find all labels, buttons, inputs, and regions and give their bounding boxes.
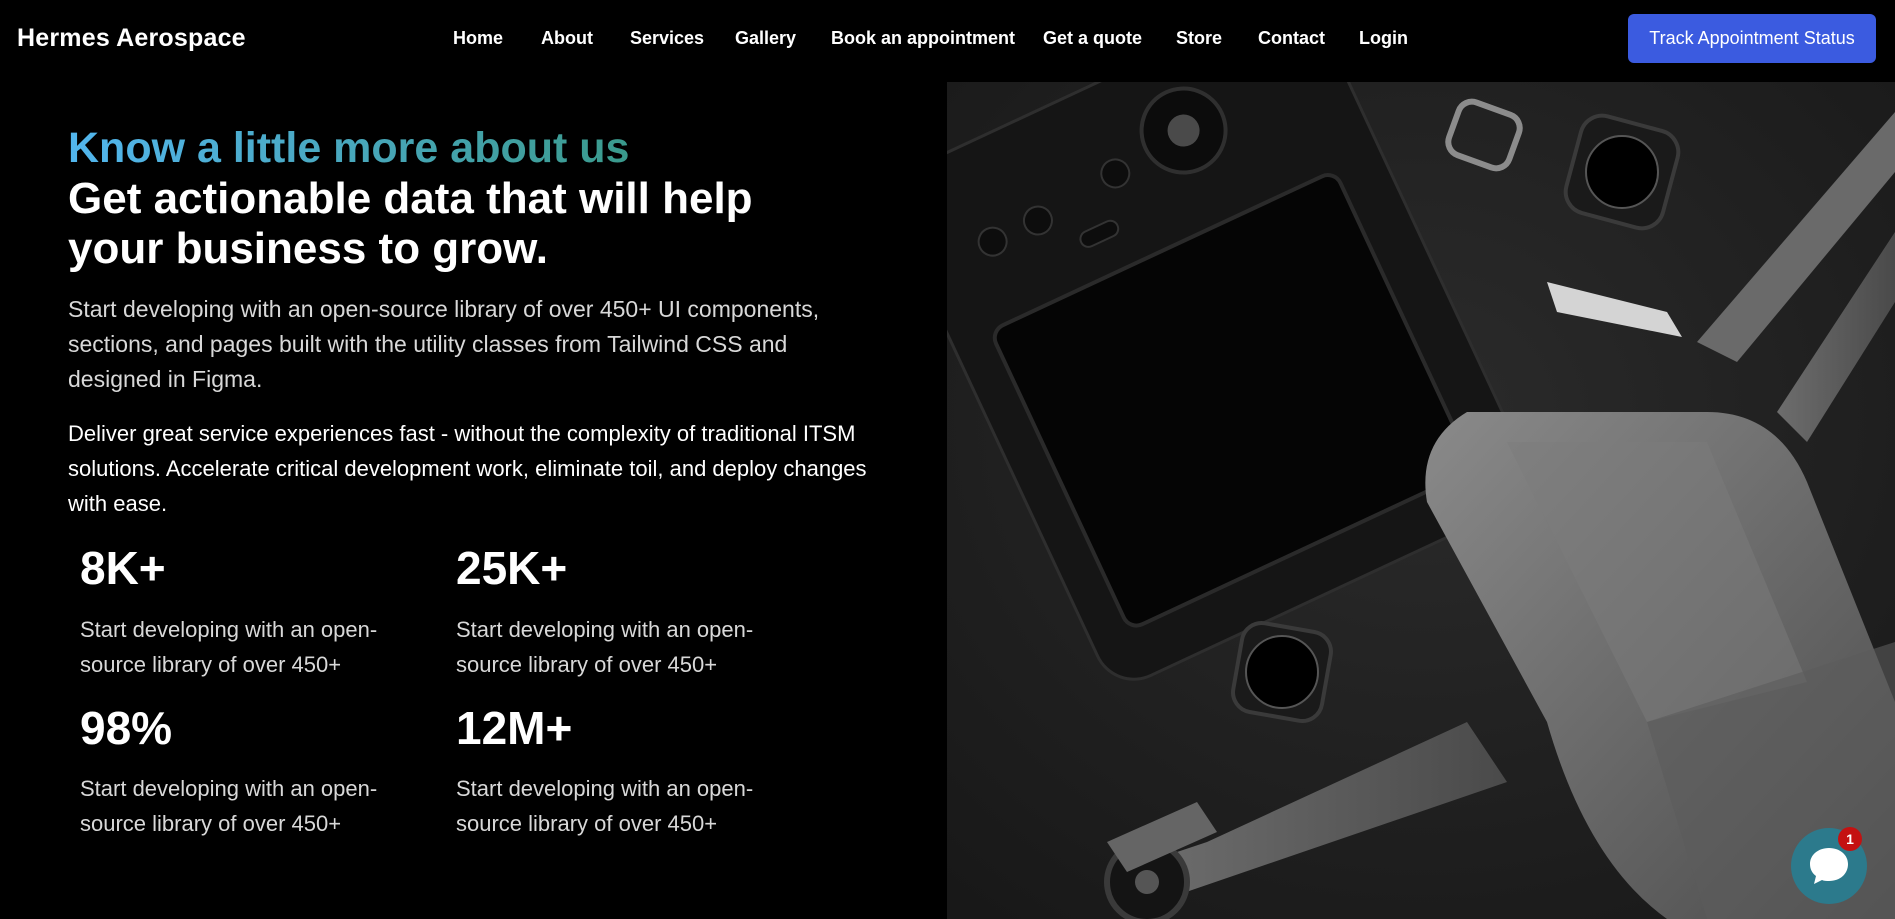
stat-description: Start developing with an open-source lib… [456,776,754,836]
nav-get-quote[interactable]: Get a quote [1043,28,1142,49]
lead-paragraph: Start developing with an open-source lib… [68,296,820,392]
brand-logo[interactable]: Hermes Aerospace [17,24,246,53]
nav-book-appointment[interactable]: Book an appointment [831,28,1015,49]
nav-contact[interactable]: Contact [1258,28,1325,49]
nav-login[interactable]: Login [1359,28,1408,49]
stat-value: 98% [80,702,173,754]
stat-description: Start developing with an open-source lib… [80,776,378,836]
hero-drone-image [947,82,1895,919]
stat-description: Start developing with an open-source lib… [80,617,378,677]
stat-description: Start developing with an open-source lib… [456,617,754,677]
chat-unread-badge: 1 [1838,827,1862,851]
stat-value: 12M+ [456,702,573,754]
nav-about[interactable]: About [541,28,593,49]
nav-gallery[interactable]: Gallery [735,28,796,49]
nav-services[interactable]: Services [630,28,704,49]
site-header: Hermes Aerospace Home About Services Gal… [0,0,1895,82]
section-eyebrow: Know a little more about us [68,124,630,172]
track-appointment-button[interactable]: Track Appointment Status [1628,14,1876,63]
nav-store[interactable]: Store [1176,28,1222,49]
page-headline: Get actionable data that will help your … [68,174,753,273]
stat-value: 8K+ [80,542,166,594]
nav-home[interactable]: Home [453,28,503,49]
stat-value: 25K+ [456,542,568,594]
body-paragraph: Deliver great service experiences fast -… [68,421,867,516]
